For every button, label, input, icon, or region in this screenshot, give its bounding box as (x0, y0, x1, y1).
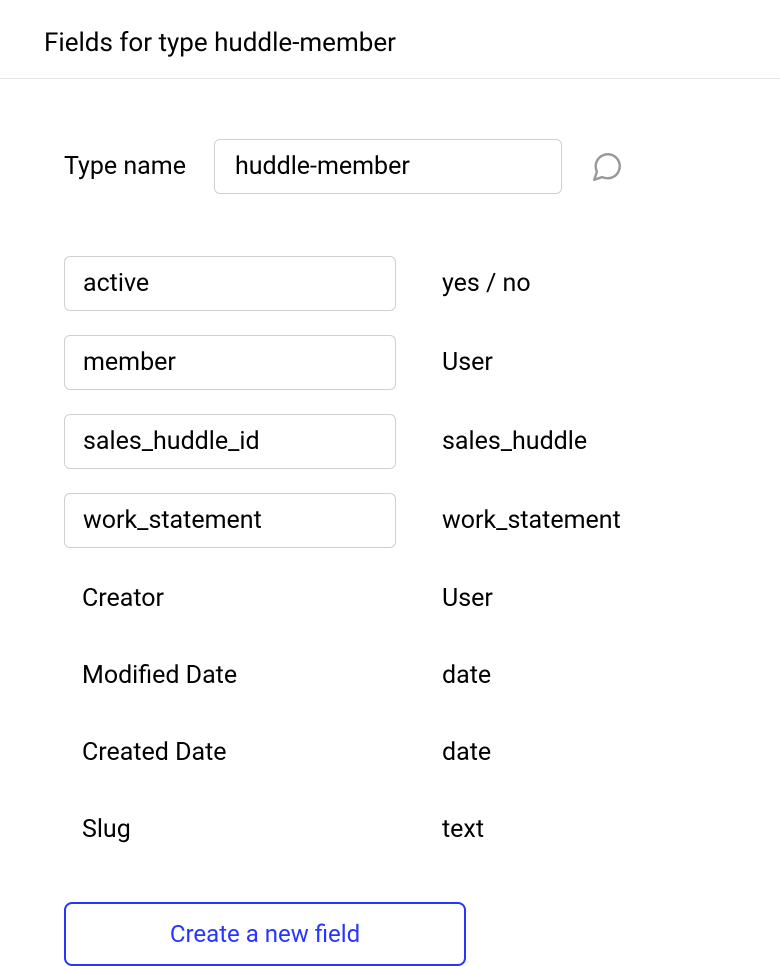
system-field-name: Slug (64, 803, 396, 856)
field-type-label: date (396, 738, 491, 767)
field-type-label[interactable]: work_statement (396, 506, 621, 535)
create-new-field-button[interactable]: Create a new field (64, 902, 466, 966)
system-field-row: Slug text (64, 803, 780, 856)
chat-bubble-icon[interactable] (590, 150, 624, 184)
system-field-name: Modified Date (64, 649, 396, 702)
system-field-row: Modified Date date (64, 649, 780, 702)
page-title: Fields for type huddle-member (0, 0, 780, 79)
field-name-input[interactable] (64, 414, 396, 469)
field-name-input[interactable] (64, 335, 396, 390)
field-row: sales_huddle (64, 414, 780, 469)
system-field-name: Creator (64, 572, 396, 625)
field-type-label: User (396, 584, 493, 613)
type-name-input[interactable] (214, 139, 562, 194)
system-field-row: Creator User (64, 572, 780, 625)
fields-list: yes / no User sales_huddle work_statemen… (64, 256, 780, 856)
field-type-label[interactable]: sales_huddle (396, 427, 587, 456)
field-name-input[interactable] (64, 256, 396, 311)
system-field-name: Created Date (64, 726, 396, 779)
field-row: work_statement (64, 493, 780, 548)
type-name-label: Type name (64, 152, 186, 181)
field-type-label[interactable]: User (396, 348, 493, 377)
system-field-row: Created Date date (64, 726, 780, 779)
field-row: User (64, 335, 780, 390)
type-name-row: Type name (64, 139, 780, 194)
field-name-input[interactable] (64, 493, 396, 548)
field-row: yes / no (64, 256, 780, 311)
field-type-label: date (396, 661, 491, 690)
field-type-label[interactable]: yes / no (396, 269, 531, 298)
field-type-label: text (396, 815, 484, 844)
